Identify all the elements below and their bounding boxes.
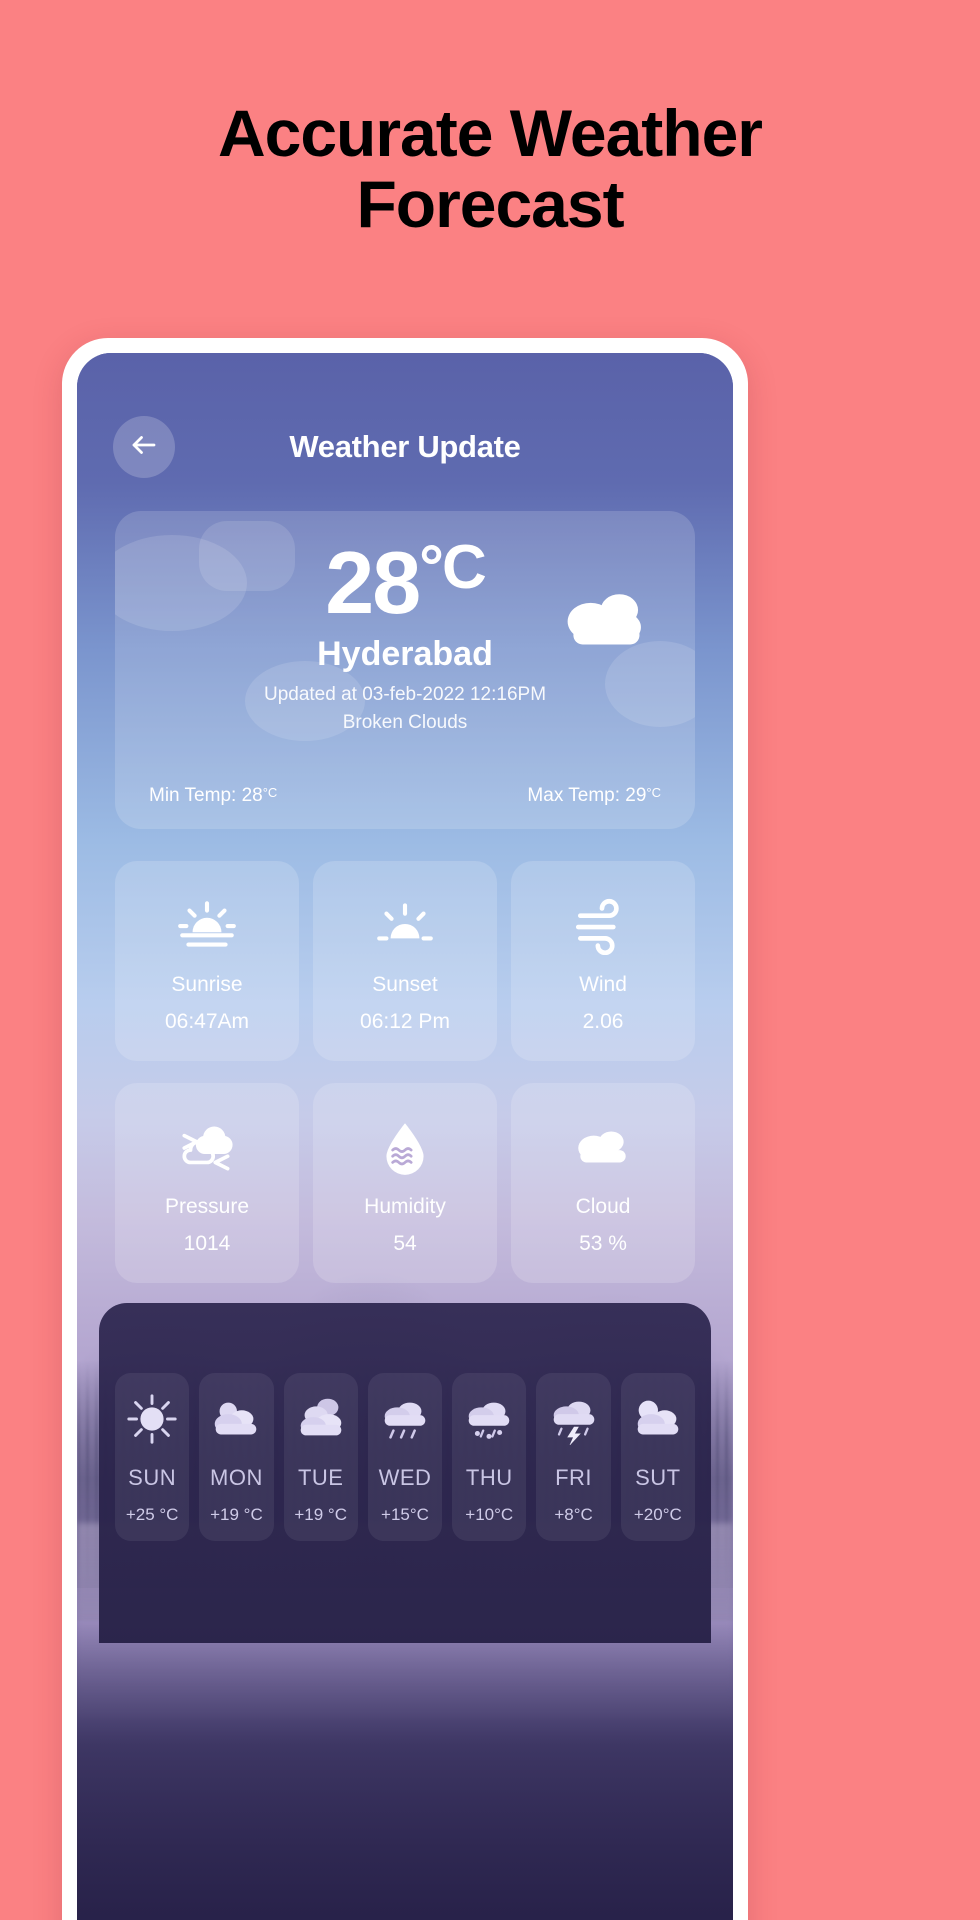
sunrise-icon — [174, 889, 240, 963]
thunderstorm-icon — [543, 1391, 605, 1447]
metric-label: Pressure — [164, 1194, 250, 1218]
humidity-icon — [372, 1111, 438, 1185]
phone-screen: Weather Update 28°C Hyderabad Updated at… — [77, 353, 733, 1920]
forecast-day-name: FRI — [555, 1465, 593, 1490]
metric-value: 53 % — [579, 1231, 627, 1255]
screen-title: Weather Update — [289, 429, 521, 464]
metric-value: 1014 — [183, 1231, 231, 1255]
pressure-icon — [174, 1111, 240, 1185]
weather-condition-text: Broken Clouds — [342, 712, 468, 734]
forecast-day-temp: +10°C — [465, 1505, 514, 1524]
max-temperature: Max Temp: 29°C — [527, 785, 661, 806]
back-button[interactable] — [113, 416, 175, 478]
partly-cloudy-icon — [627, 1391, 689, 1447]
metric-value: 06:47Am — [164, 1009, 250, 1033]
forecast-day-name: SUT — [635, 1465, 681, 1490]
rain-icon — [374, 1391, 436, 1447]
background-bottom-shade — [77, 1620, 733, 1920]
current-temperature-value: 28 — [325, 533, 421, 632]
partly-cloudy-icon — [205, 1391, 267, 1447]
forecast-day-temp: +15°C — [381, 1505, 429, 1524]
metric-value: 2.06 — [582, 1009, 624, 1033]
metric-tile-pressure[interactable]: Pressure 1014 — [115, 1083, 299, 1283]
sunset-icon — [372, 889, 438, 963]
metric-value: 06:12 Pm — [360, 1009, 450, 1033]
metric-tile-humidity[interactable]: Humidity 54 — [313, 1083, 497, 1283]
forecast-day-temp: +8°C — [554, 1505, 593, 1524]
metric-tile-sunrise[interactable]: Sunrise 06:47Am — [115, 861, 299, 1061]
cloud-icon — [559, 587, 651, 649]
weekly-forecast-panel: SUN +25 °C MON +19 °C TUE +19 °C WED +15… — [99, 1303, 711, 1643]
phone-mockup-frame: Weather Update 28°C Hyderabad Updated at… — [62, 338, 748, 1920]
forecast-day-card[interactable]: TUE +19 °C — [283, 1373, 358, 1541]
page-title: Accurate Weather Forecast — [217, 96, 763, 242]
metric-label: Sunrise — [171, 972, 243, 996]
metric-label: Humidity — [364, 1194, 446, 1218]
arrow-left-icon — [129, 430, 159, 465]
sleet-icon — [458, 1391, 520, 1447]
forecast-day-temp: +20°C — [633, 1505, 682, 1524]
forecast-day-card[interactable]: MON +19 °C — [199, 1373, 274, 1541]
forecast-day-name: WED — [378, 1465, 432, 1490]
forecast-day-temp: +19 °C — [294, 1505, 348, 1524]
forecast-day-card[interactable]: FRI +8°C — [536, 1373, 611, 1541]
wind-icon — [570, 889, 636, 963]
metric-tiles-row-2: Pressure 1014 Humidity 54 Cloud 53 % — [115, 1083, 695, 1283]
forecast-day-name: MON — [210, 1465, 263, 1490]
cloud-icon — [570, 1111, 636, 1185]
forecast-day-card[interactable]: THU +10°C — [452, 1373, 527, 1541]
current-weather-card: 28°C Hyderabad Updated at 03-feb-2022 12… — [115, 511, 695, 829]
metric-tile-cloud[interactable]: Cloud 53 % — [511, 1083, 695, 1283]
weekly-forecast-row: SUN +25 °C MON +19 °C TUE +19 °C WED +15… — [115, 1373, 695, 1541]
metric-value: 54 — [393, 1231, 417, 1255]
min-temperature: Min Temp: 28°C — [149, 785, 278, 806]
cloudy-icon — [290, 1391, 352, 1447]
metric-tile-sunset[interactable]: Sunset 06:12 Pm — [313, 861, 497, 1061]
app-header: Weather Update — [77, 415, 733, 479]
sun-icon — [121, 1391, 183, 1447]
forecast-day-name: SUN — [128, 1465, 177, 1490]
forecast-day-card[interactable]: SUN +25 °C — [115, 1373, 190, 1541]
min-max-temperature-row: Min Temp: 28°C Max Temp: 29°C — [149, 785, 661, 807]
forecast-day-card[interactable]: WED +15°C — [367, 1373, 443, 1541]
forecast-day-temp: +25 °C — [125, 1505, 179, 1524]
forecast-day-name: TUE — [297, 1465, 344, 1490]
metric-label: Wind — [579, 972, 627, 996]
last-updated-text: Updated at 03-feb-2022 12:16PM — [263, 684, 547, 706]
forecast-day-name: THU — [465, 1465, 513, 1490]
metric-label: Sunset — [372, 972, 438, 996]
forecast-day-temp: +19 °C — [210, 1505, 263, 1524]
metric-tile-wind[interactable]: Wind 2.06 — [511, 861, 695, 1061]
metric-label: Cloud — [575, 1194, 631, 1218]
forecast-day-card[interactable]: SUT +20°C — [620, 1373, 695, 1541]
metric-tiles-row-1: Sunrise 06:47Am Sunset 06:12 Pm Wind 2.0… — [115, 861, 695, 1061]
current-temperature-unit: °C — [419, 533, 487, 602]
